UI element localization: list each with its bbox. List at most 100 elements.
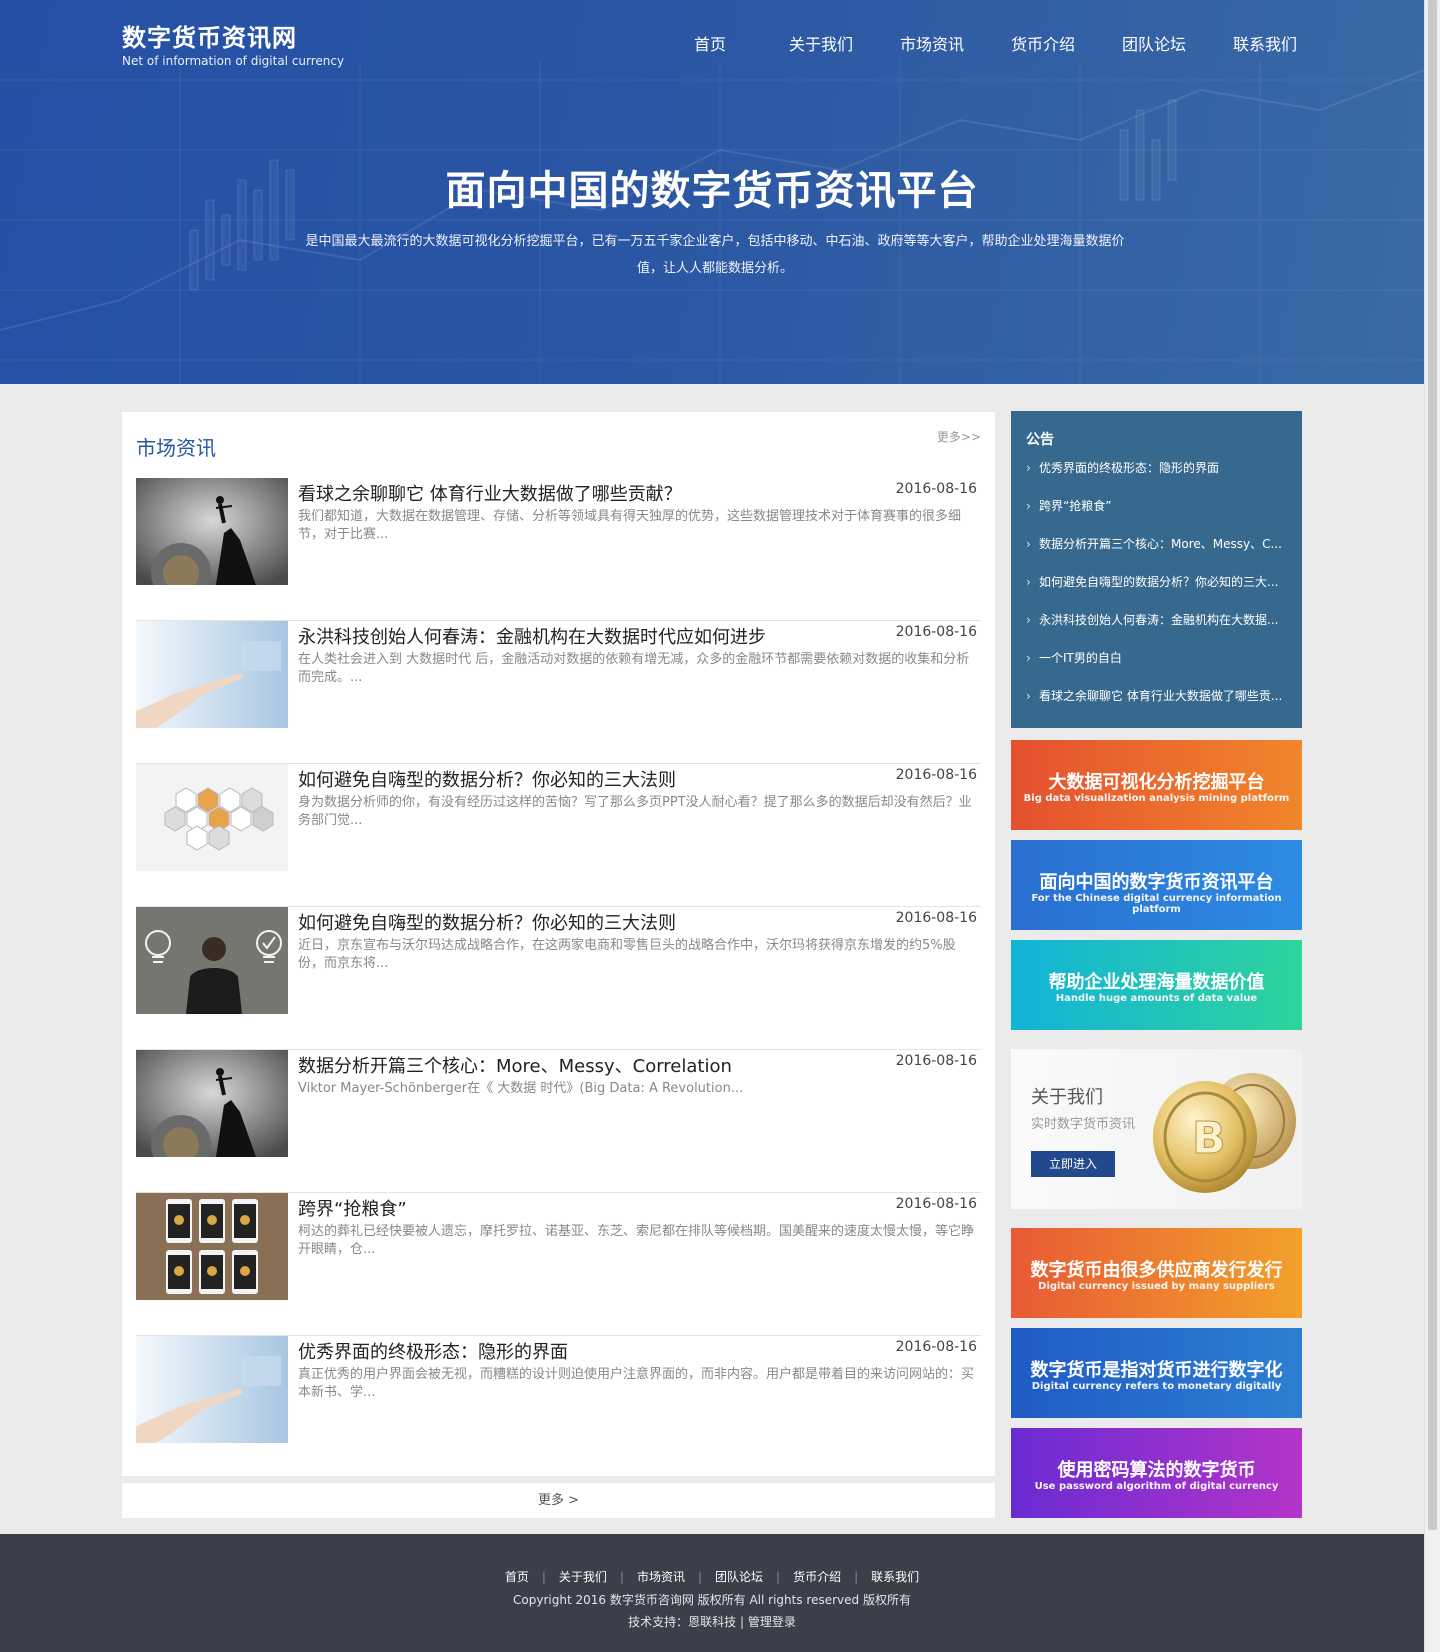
about-card: B 关于我们 实时数字货币资讯 立即进入: [1011, 1049, 1302, 1209]
chevron-right-icon: ›: [1026, 461, 1031, 475]
banner-subtitle: Digital currency issued by many supplier…: [1038, 1281, 1275, 1292]
article-date: 2016-08-16: [895, 481, 977, 497]
banner-subtitle: Use password algorithm of digital curren…: [1034, 1481, 1279, 1492]
banner-title: 使用密码算法的数字货币: [1057, 1460, 1256, 1481]
promo-banner-visualization[interactable]: 大数据可视化分析挖掘平台 Big data visualization anal…: [1011, 740, 1302, 830]
nav-currency[interactable]: 货币介绍: [1011, 31, 1075, 55]
notice-item-label: 一个IT男的自白: [1039, 651, 1122, 665]
hero-description: 是中国最大最流行的大数据可视化分析挖掘平台，已有一万五千家企业客户，包括中移动、…: [305, 234, 1125, 276]
notice-item-label: 如何避免自嗨型的数据分析？你必知的三大...: [1039, 575, 1279, 589]
notice-item[interactable]: › 优秀界面的终极形态：隐形的界面: [1026, 461, 1288, 499]
market-news-panel: 市场资讯 更多>> 看球之余聊聊它 体育行业大数据做了哪些贡献？ 2016-08…: [122, 412, 995, 1476]
banner-title: 大数据可视化分析挖掘平台: [1048, 772, 1265, 793]
list-item[interactable]: 看球之余聊聊它 体育行业大数据做了哪些贡献？ 2016-08-16 我们都知道，…: [136, 478, 981, 621]
article-title[interactable]: 永洪科技创始人何春涛：金融机构在大数据时代应如何进步: [298, 623, 766, 649]
about-title: 关于我们: [1031, 1087, 1103, 1108]
notice-item-label: 看球之余聊聊它 体育行业大数据做了哪些贡...: [1039, 689, 1283, 703]
notice-item[interactable]: › 数据分析开篇三个核心：More、Messy、C...: [1026, 537, 1288, 575]
divider: |: [541, 1570, 546, 1584]
article-summary: 近日，京东宣布与沃尔玛达成战略合作，在这两家电商和零售巨头的战略合作中，沃尔玛将…: [298, 938, 956, 971]
notice-item-label: 优秀界面的终极形态：隐形的界面: [1039, 461, 1220, 475]
support-text: 技术支持：恩联科技 | 管理登录: [628, 1615, 796, 1629]
hand-pointing-icon[interactable]: [136, 1336, 288, 1443]
list-item[interactable]: 如何避免自嗨型的数据分析？你必知的三大法则 2016-08-16 近日，京东宣布…: [136, 907, 981, 1050]
chevron-right-icon: ›: [1026, 537, 1031, 551]
scrollbar-thumb[interactable]: [1428, 0, 1437, 1530]
divider: |: [854, 1570, 859, 1584]
footer-link-contact[interactable]: 联系我们: [871, 1570, 919, 1584]
article-title[interactable]: 数据分析开篇三个核心：More、Messy、Correlation: [298, 1052, 732, 1078]
notice-item[interactable]: › 跨界“抢粮食”: [1026, 499, 1288, 537]
hexagons-icon[interactable]: [136, 764, 288, 871]
notice-item-label: 永洪科技创始人何春涛：金融机构在大数据...: [1039, 613, 1279, 627]
article-summary: 我们都知道，大数据在数据管理、存储、分析等领域具有得天独厚的优势，这些数据管理技…: [298, 509, 962, 542]
notice-item[interactable]: › 一个IT男的自白: [1026, 651, 1288, 689]
notice-item-label: 跨界“抢粮食”: [1039, 499, 1112, 513]
footer-link-home[interactable]: 首页: [505, 1570, 529, 1584]
nav-contact[interactable]: 联系我们: [1233, 31, 1297, 55]
vertical-scrollbar[interactable]: [1424, 0, 1440, 1652]
notice-item[interactable]: › 如何避免自嗨型的数据分析？你必知的三大...: [1026, 575, 1288, 613]
article-title[interactable]: 跨界“抢粮食”: [298, 1195, 407, 1221]
footer-link-currency[interactable]: 货币介绍: [793, 1570, 841, 1584]
list-item[interactable]: 优秀界面的终极形态：隐形的界面 2016-08-16 真正优秀的用户界面会被无视…: [136, 1336, 981, 1479]
article-summary: 柯达的葬礼已经快要被人遗忘，摩托罗拉、诺基亚、东芝、索尼都在排队等候档期。国美醒…: [298, 1224, 975, 1257]
footer-nav: 首页 | 关于我们 | 市场资讯 | 团队论坛 | 货币介绍 | 联系我们: [0, 1568, 1424, 1585]
footer-link-market[interactable]: 市场资讯: [637, 1570, 685, 1584]
nav-forum[interactable]: 团队论坛: [1122, 31, 1186, 55]
lightbulb-man-icon[interactable]: [136, 907, 288, 1014]
climber-icon[interactable]: [136, 1050, 288, 1157]
hand-pointing-icon[interactable]: [136, 621, 288, 728]
article-summary: Viktor Mayer-Schönberger在《 大数据 时代》(Big D…: [298, 1081, 744, 1096]
chevron-right-icon: ›: [1026, 689, 1031, 703]
copyright-text: Copyright 2016 数字货币咨询网 版权所有 All rights r…: [513, 1593, 911, 1607]
notice-title: 公告: [1026, 432, 1054, 448]
svg-text:B: B: [1192, 1113, 1226, 1164]
promo-banner-data-value[interactable]: 帮助企业处理海量数据价值 Handle huge amounts of data…: [1011, 940, 1302, 1030]
banner-title: 数字货币是指对货币进行数字化: [1030, 1360, 1283, 1381]
banner-title: 帮助企业处理海量数据价值: [1048, 972, 1265, 993]
chevron-right-icon: ›: [1026, 613, 1031, 627]
article-title[interactable]: 如何避免自嗨型的数据分析？你必知的三大法则: [298, 909, 676, 935]
article-title[interactable]: 如何避免自嗨型的数据分析？你必知的三大法则: [298, 766, 676, 792]
notice-item-label: 数据分析开篇三个核心：More、Messy、C...: [1039, 537, 1282, 551]
list-item[interactable]: 如何避免自嗨型的数据分析？你必知的三大法则 2016-08-16 身为数据分析师…: [136, 764, 981, 907]
footer-link-about[interactable]: 关于我们: [559, 1570, 607, 1584]
nav-home[interactable]: 首页: [694, 31, 726, 55]
section-title: 市场资讯: [136, 436, 216, 460]
chevron-right-icon: ›: [1026, 651, 1031, 665]
article-summary: 真正优秀的用户界面会被无视，而糟糕的设计则迫使用户注意界面的，而非内容。用户都是…: [298, 1367, 975, 1400]
site-footer: 首页 | 关于我们 | 市场资讯 | 团队论坛 | 货币介绍 | 联系我们 Copyright 20…: [0, 1534, 1424, 1652]
banner-subtitle: Handle huge amounts of data value: [1055, 993, 1258, 1004]
promo-banner-suppliers[interactable]: 数字货币由很多供应商发行发行 Digital currency issued b…: [1011, 1228, 1302, 1318]
article-title[interactable]: 看球之余聊聊它 体育行业大数据做了哪些贡献？: [298, 480, 682, 506]
chevron-right-icon: ›: [1026, 575, 1031, 589]
article-date: 2016-08-16: [895, 1339, 977, 1355]
footer-link-forum[interactable]: 团队论坛: [715, 1570, 763, 1584]
list-item[interactable]: 跨界“抢粮食” 2016-08-16 柯达的葬礼已经快要被人遗忘，摩托罗拉、诺基…: [136, 1193, 981, 1336]
phones-icon[interactable]: [136, 1193, 288, 1300]
promo-banner-digitize[interactable]: 数字货币是指对货币进行数字化 Digital currency refers t…: [1011, 1328, 1302, 1418]
bitcoin-coin-icon: B: [1153, 1073, 1296, 1193]
promo-banner-cryptography[interactable]: 使用密码算法的数字货币 Use password algorithm of di…: [1011, 1428, 1302, 1518]
nav-market[interactable]: 市场资讯: [900, 31, 964, 55]
enter-button[interactable]: 立即进入: [1031, 1151, 1115, 1177]
article-title[interactable]: 优秀界面的终极形态：隐形的界面: [298, 1338, 568, 1364]
banner-subtitle: Big data visualization analysis mining p…: [1023, 793, 1290, 804]
article-date: 2016-08-16: [895, 624, 977, 640]
load-more-button[interactable]: 更多 >: [122, 1483, 995, 1518]
divider: |: [776, 1570, 781, 1584]
article-date: 2016-08-16: [895, 1196, 977, 1212]
list-item[interactable]: 数据分析开篇三个核心：More、Messy、Correlation 2016-0…: [136, 1050, 981, 1193]
nav-about[interactable]: 关于我们: [789, 31, 853, 55]
promo-banner-platform[interactable]: 面向中国的数字货币资讯平台 For the Chinese digital cu…: [1011, 840, 1302, 930]
climber-icon[interactable]: [136, 478, 288, 585]
banner-title: 面向中国的数字货币资讯平台: [1039, 872, 1274, 893]
banner-title: 数字货币由很多供应商发行发行: [1030, 1260, 1283, 1281]
notice-item[interactable]: › 看球之余聊聊它 体育行业大数据做了哪些贡...: [1026, 689, 1288, 727]
list-item[interactable]: 永洪科技创始人何春涛：金融机构在大数据时代应如何进步 2016-08-16 在人…: [136, 621, 981, 764]
notice-item[interactable]: › 永洪科技创始人何春涛：金融机构在大数据...: [1026, 613, 1288, 651]
logo-subtitle: Net of information of digital currency: [122, 54, 345, 68]
article-summary: 在人类社会进入到 大数据时代 后，金融活动对数据的依赖有增无减，众多的金融环节都…: [298, 652, 970, 685]
more-link[interactable]: 更多>>: [937, 428, 981, 445]
